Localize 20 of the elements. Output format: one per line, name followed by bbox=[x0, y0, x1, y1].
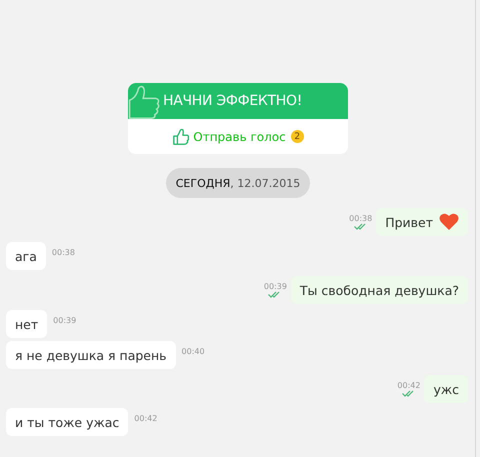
message-time: 00:42 bbox=[134, 414, 158, 423]
message-text: Ты свободная девушка? bbox=[300, 282, 459, 298]
date-label: СЕГОДНЯ bbox=[176, 176, 230, 190]
message-time: 00:38 bbox=[349, 214, 372, 223]
message-text: и ты тоже ужас bbox=[15, 414, 120, 430]
date-text: , 12.07.2015 bbox=[230, 176, 300, 190]
thumbs-up-icon bbox=[172, 128, 190, 146]
message-text: я не девушка я парень bbox=[15, 348, 167, 362]
promo-title: НАЧНИ ЭФФЕКТНО! bbox=[163, 93, 302, 109]
message-time: 00:42 bbox=[397, 381, 420, 390]
message-time: 00:39 bbox=[264, 282, 287, 291]
count-badge: 2 bbox=[290, 130, 304, 143]
message-time: 00:40 bbox=[182, 347, 205, 356]
message-time: 00:38 bbox=[52, 248, 75, 257]
message-time: 00:39 bbox=[53, 316, 76, 325]
message-text: ага bbox=[15, 248, 37, 264]
message-text: нет bbox=[15, 316, 38, 332]
thumbs-up-icon bbox=[128, 84, 162, 120]
message-text: ужс bbox=[433, 382, 459, 396]
message-text: Привет bbox=[385, 214, 433, 230]
